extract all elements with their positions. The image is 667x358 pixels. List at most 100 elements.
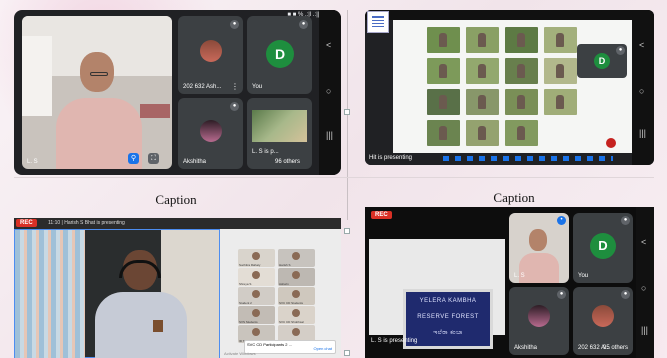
collage-photo bbox=[466, 89, 499, 115]
participant-tile[interactable]: Student 2 bbox=[238, 287, 275, 305]
rec-badge: REC bbox=[16, 219, 37, 227]
participant-name: You bbox=[578, 273, 589, 279]
collage-photo bbox=[544, 58, 577, 84]
avatar bbox=[200, 120, 222, 142]
taskbar: Hit is presenting bbox=[365, 153, 632, 165]
avatar bbox=[200, 40, 222, 62]
participant-tile[interactable]: SVC CD Shobhsal bbox=[278, 306, 315, 324]
collage-photo bbox=[544, 89, 577, 115]
home-icon[interactable]: ○ bbox=[639, 86, 644, 96]
participant-tile[interactable]: Suchitra Rahaty bbox=[238, 249, 275, 267]
glasses bbox=[90, 72, 108, 76]
mic-off-icon: ● bbox=[621, 216, 630, 225]
collage-photo bbox=[505, 120, 538, 146]
participant-tile[interactable]: L. S is p... 96 others bbox=[247, 98, 312, 169]
participant-grid: Suchitra Rahaty Harish S Shreya S Ashwin Stu… bbox=[220, 229, 341, 358]
participant-tile[interactable]: L. S • bbox=[509, 213, 569, 283]
more-vert-icon[interactable]: ⋮ bbox=[231, 82, 239, 91]
watermark-text: Activate Windows bbox=[224, 351, 256, 356]
pin-icon[interactable]: ⚲ bbox=[128, 153, 139, 164]
avatar bbox=[592, 305, 614, 327]
open-chat-link[interactable]: Open chat bbox=[314, 346, 332, 351]
presenting-label: L. S is presenting bbox=[371, 338, 418, 344]
participant-tile[interactable]: ● Akshitha bbox=[509, 287, 569, 355]
mic-off-icon: ● bbox=[230, 20, 239, 29]
collage-photo bbox=[427, 120, 460, 146]
caption-left: Caption bbox=[155, 192, 197, 207]
participant-name: L. S bbox=[514, 273, 525, 279]
speaker-head bbox=[529, 229, 547, 251]
participant-face bbox=[292, 328, 300, 336]
curtain bbox=[15, 230, 85, 358]
collage-photo bbox=[505, 58, 538, 84]
android-nav-rail: < ○ ||| bbox=[636, 207, 654, 358]
mic-off-icon: ● bbox=[557, 290, 566, 299]
recents-icon[interactable]: ||| bbox=[639, 128, 646, 138]
back-icon[interactable]: < bbox=[639, 40, 644, 50]
participant-face bbox=[292, 290, 300, 298]
toast-text: SVC CD Participants 2 ... bbox=[247, 342, 292, 347]
self-view-tile[interactable]: D ● bbox=[577, 44, 627, 78]
participant-name: SVC CD Shobhsal bbox=[279, 320, 304, 324]
participant-name: Ashwin bbox=[279, 282, 289, 286]
back-icon[interactable]: < bbox=[326, 40, 331, 50]
participant-face bbox=[292, 271, 300, 279]
collage-photo bbox=[466, 58, 499, 84]
others-count-badge: 96 others bbox=[275, 159, 301, 165]
vertical-divider bbox=[347, 10, 348, 220]
participant-name: You bbox=[252, 84, 263, 90]
participant-tile[interactable]: Shreya S bbox=[238, 268, 275, 286]
collage-photo bbox=[427, 27, 460, 53]
document-icon[interactable] bbox=[367, 11, 389, 33]
speaker-shirt bbox=[519, 253, 559, 283]
record-icon[interactable] bbox=[606, 138, 616, 148]
participant-tile[interactable]: D ● You bbox=[573, 213, 633, 283]
participant-tile[interactable]: ● 202 632 A... 95 others bbox=[573, 287, 633, 355]
collage-photo bbox=[544, 27, 577, 53]
participant-face bbox=[252, 271, 260, 279]
participant-name: Suchitra Rahaty bbox=[239, 263, 261, 267]
participant-name: Shreya S bbox=[239, 282, 252, 286]
collage-photo bbox=[427, 58, 460, 84]
resize-handle[interactable] bbox=[344, 109, 350, 115]
main-video bbox=[14, 229, 220, 358]
collage-photo bbox=[505, 27, 538, 53]
participant-tile[interactable]: SVC CD Students bbox=[278, 287, 315, 305]
recents-icon[interactable]: ||| bbox=[641, 325, 648, 335]
main-video: L. S ⚲ ⛶ bbox=[22, 16, 172, 169]
participant-tile[interactable]: ● 202 632 Ash... ⋮ bbox=[178, 16, 243, 94]
avatar: D bbox=[594, 53, 610, 69]
top-bar bbox=[365, 10, 654, 20]
participant-name: Harish S bbox=[279, 263, 291, 267]
speaker-shirt bbox=[95, 292, 187, 358]
participant-tile[interactable]: Ashwin bbox=[278, 268, 315, 286]
participant-tile[interactable]: D ● You bbox=[247, 16, 312, 94]
participant-face bbox=[252, 290, 260, 298]
participant-face bbox=[252, 252, 260, 260]
back-icon[interactable]: < bbox=[641, 237, 646, 247]
participant-tile[interactable]: Harish S bbox=[278, 249, 315, 267]
header-bar: REC 11:10 | Harish S Bhat is presenting bbox=[14, 218, 341, 229]
recents-icon[interactable]: ||| bbox=[326, 130, 333, 140]
participant-tile[interactable]: ● Akshitha bbox=[178, 98, 243, 169]
resize-handle[interactable] bbox=[344, 350, 350, 356]
participant-tile[interactable]: SVS Students bbox=[238, 306, 275, 324]
chat-toast[interactable]: SVC CD Participants 2 ... Open chat bbox=[244, 340, 336, 354]
avatar bbox=[528, 305, 550, 327]
home-icon[interactable]: ○ bbox=[326, 86, 331, 96]
avatar: D bbox=[590, 233, 616, 259]
meet-screenshot-1: L. S ⚲ ⛶ ■ ■ % .:|l .:|| 52% ● 202 632 A… bbox=[14, 10, 341, 175]
meet-screenshot-4: REC YELERA KAMBHA RESERVE FOREST ಇಲೆರಾ ಕ… bbox=[365, 207, 654, 358]
participant-name: L. S is p... bbox=[252, 149, 279, 155]
speaking-icon: • bbox=[557, 216, 566, 225]
resize-handle[interactable] bbox=[344, 228, 350, 234]
home-icon[interactable]: ○ bbox=[641, 283, 646, 293]
mic-off-icon: ● bbox=[299, 20, 308, 29]
others-count-badge: 95 others bbox=[603, 345, 629, 351]
presenting-header: 11:10 | Harish S Bhat is presenting bbox=[48, 220, 125, 226]
collage-photo bbox=[466, 27, 499, 53]
mic-off-icon: ● bbox=[621, 290, 630, 299]
participant-name: SVS Students bbox=[239, 320, 258, 324]
fullscreen-icon[interactable]: ⛶ bbox=[148, 153, 159, 164]
presenting-label: Hit is presenting bbox=[369, 155, 413, 161]
